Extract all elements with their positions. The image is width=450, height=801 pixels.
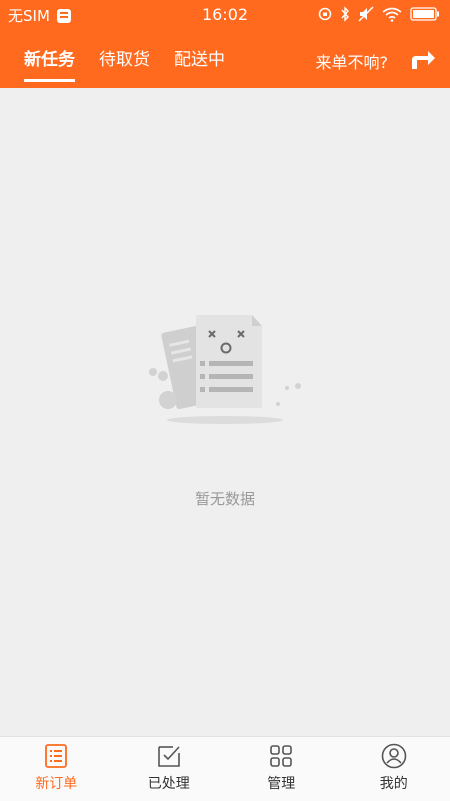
no-ring-help-link[interactable]: 来单不响? <box>316 49 389 73</box>
order-list-icon <box>43 743 69 769</box>
nav-manage[interactable]: 管理 <box>225 737 338 801</box>
nav-label-processed: 已处理 <box>113 773 226 793</box>
status-bar: 无SIM 16:02 <box>0 0 450 30</box>
bottom-nav: 新订单 已处理 管理 我的 <box>0 736 450 801</box>
order-tabs: 新任务 待取货 配送中 <box>24 45 225 82</box>
processed-icon <box>156 743 182 769</box>
bluetooth-icon <box>340 6 350 22</box>
nav-processed[interactable]: 已处理 <box>113 737 226 801</box>
nav-new-orders[interactable]: 新订单 <box>0 737 113 801</box>
empty-document-icon <box>130 300 320 430</box>
tab-awaiting-pickup[interactable]: 待取货 <box>99 45 150 82</box>
nav-profile[interactable]: 我的 <box>338 737 450 801</box>
nav-label-profile: 我的 <box>338 773 450 793</box>
forward-arrow-icon[interactable] <box>410 48 436 70</box>
user-icon <box>381 743 407 769</box>
header: 无SIM 16:02 <box>0 0 450 88</box>
tab-delivering[interactable]: 配送中 <box>174 45 225 82</box>
wifi-icon <box>382 7 402 22</box>
status-icons <box>318 6 440 22</box>
grid-icon <box>268 743 294 769</box>
battery-icon <box>410 7 440 21</box>
rotation-lock-icon <box>318 7 332 21</box>
nav-label-new-orders: 新订单 <box>0 773 113 793</box>
tab-new-tasks[interactable]: 新任务 <box>24 45 75 82</box>
mute-icon <box>358 6 374 22</box>
empty-state: 暂无数据 <box>0 300 450 430</box>
empty-message: 暂无数据 <box>0 488 450 509</box>
nav-label-manage: 管理 <box>225 773 338 793</box>
